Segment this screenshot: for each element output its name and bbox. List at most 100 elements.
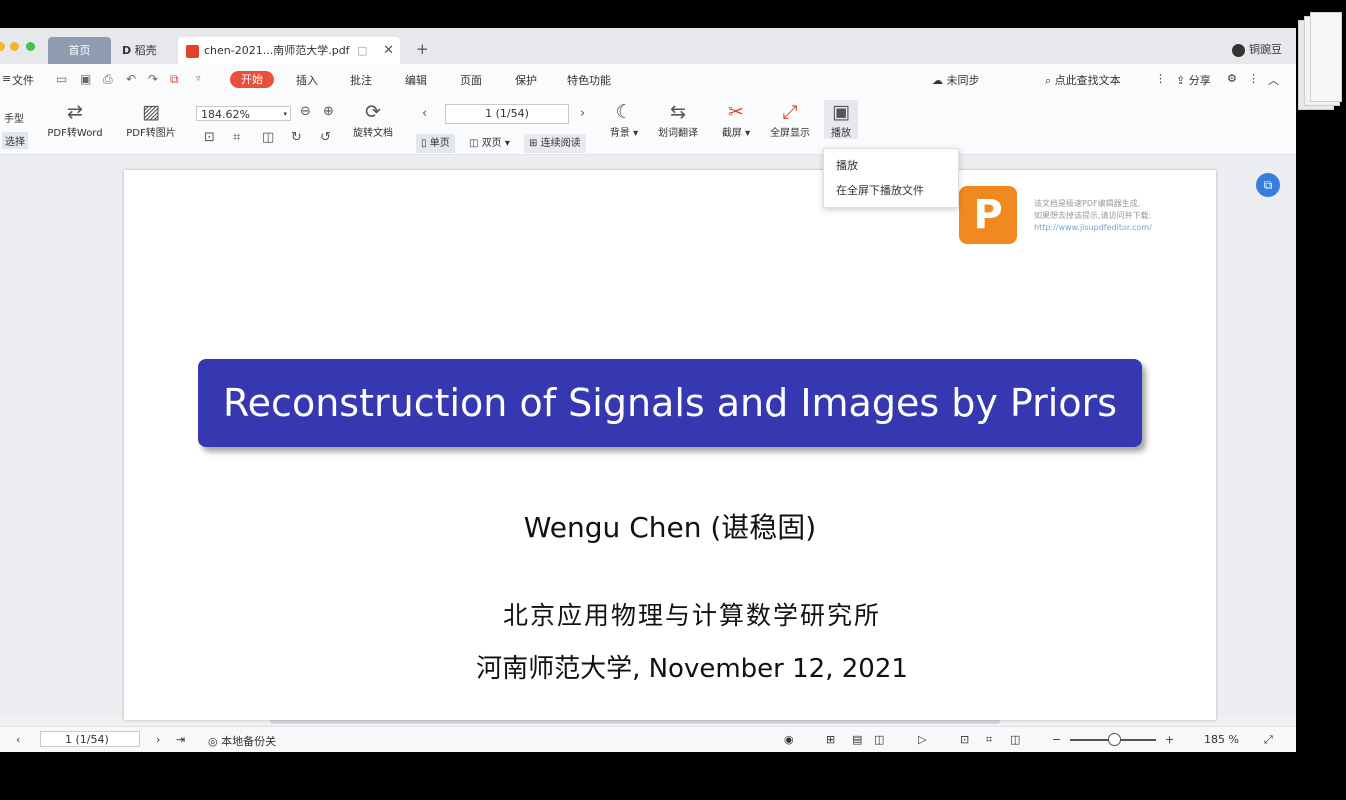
user-account[interactable]: 铜豌豆 — [1232, 41, 1282, 57]
menu-comment[interactable]: 批注 — [350, 72, 372, 88]
tab-bar: 首页 D 稻壳 chen-2021...南师范大学.pdf ▢ ✕ + 铜豌豆 — [0, 28, 1296, 64]
status-continuous-icon[interactable]: ⊞ — [826, 733, 835, 746]
menu-edit[interactable]: 编辑 — [405, 72, 427, 88]
pdf-to-image-label: PDF转图片 — [126, 128, 176, 139]
screenshot-label: 截屏 — [721, 128, 742, 139]
status-double-page-icon[interactable]: ◫ — [874, 733, 884, 746]
last-page-arrow-icon[interactable]: ⇥ — [176, 733, 185, 746]
undo-icon[interactable]: ↶ — [126, 72, 136, 86]
status-actual-size-icon[interactable]: ⊡ — [960, 733, 969, 746]
local-backup-status[interactable]: ◎ 本地备份关 — [208, 733, 276, 749]
pdf-page: P 该文档是极速PDF编辑器生成, 如果想去掉该提示,请访问并下载: http:… — [124, 170, 1216, 720]
menu-special[interactable]: 特色功能 — [567, 72, 611, 88]
save-icon[interactable]: ▣ — [80, 72, 91, 86]
continuous-reading-mode[interactable]: ⊞ 连续阅读 — [524, 134, 586, 153]
print-icon[interactable]: ⎙ — [103, 72, 113, 87]
minimize-dot-icon[interactable] — [0, 42, 5, 51]
double-page-label: 双页 — [481, 138, 502, 149]
sync-status[interactable]: ☁ 未同步 — [932, 72, 980, 88]
redo-icon[interactable]: ↷ — [148, 72, 158, 86]
status-fullscreen-icon[interactable]: ⤢ — [1264, 733, 1273, 747]
status-play-icon[interactable]: ▷ — [918, 733, 926, 746]
settings-icon[interactable]: ⚙ — [1227, 72, 1237, 85]
tab-pdf-document[interactable]: chen-2021...南师范大学.pdf ▢ ✕ — [178, 37, 400, 64]
menu-file[interactable]: 文件 — [12, 72, 34, 88]
single-page-label: 单页 — [429, 138, 450, 149]
fullscreen-button[interactable]: ⤢ 全屏显示 — [766, 100, 814, 139]
background-button[interactable]: ☾ 背景 ▾ — [604, 100, 644, 139]
search-text-button[interactable]: ⌕ 点此查找文本 — [1045, 72, 1121, 88]
menu-page[interactable]: 页面 — [460, 72, 482, 88]
slide-title: Reconstruction of Signals and Images by … — [198, 359, 1142, 447]
continuous-label: 连续阅读 — [540, 138, 581, 149]
zoom-select[interactable]: 184.62% ▾ — [196, 106, 291, 121]
new-tab-button[interactable]: + — [416, 40, 429, 58]
pdf-to-word-button[interactable]: ⇄ PDF转Word — [46, 100, 104, 139]
pdf-to-image-button[interactable]: ▨ PDF转图片 — [122, 100, 180, 139]
status-page-input[interactable]: 1 (1/54) — [40, 731, 140, 747]
menu-start[interactable]: 开始 — [230, 71, 274, 88]
actual-size-icon[interactable]: ⊡ — [204, 130, 215, 145]
more-vertical-icon[interactable]: ⋮ — [1248, 72, 1259, 85]
rotate-document-button[interactable]: ⟳ 旋转文档 — [348, 100, 398, 139]
maximize-dot-icon[interactable] — [26, 42, 35, 51]
status-fit-width-icon[interactable]: ◫ — [1010, 733, 1020, 746]
fullscreen-icon: ⤢ — [782, 101, 798, 123]
eye-protection-icon[interactable]: ◉ — [784, 733, 794, 746]
menu-protect[interactable]: 保护 — [515, 72, 537, 88]
prev-page-arrow-icon[interactable]: ‹ — [16, 733, 20, 746]
status-zoom-out-icon[interactable]: − — [1052, 733, 1061, 746]
tab-home[interactable]: 首页 — [48, 37, 111, 64]
assistant-badge-icon[interactable]: ⧉ — [1256, 173, 1280, 197]
prev-page-icon[interactable]: ‹ — [422, 106, 427, 121]
open-icon[interactable]: ▭ — [56, 72, 67, 86]
hand-tool-button[interactable]: 手型 — [4, 110, 24, 125]
collapse-ribbon-icon[interactable]: ︿ — [1268, 72, 1279, 88]
select-tool-button[interactable]: 选择 — [2, 132, 28, 149]
scissors-icon: ✂ — [728, 101, 744, 123]
menu-insert[interactable]: 插入 — [296, 72, 318, 88]
play-button[interactable]: ▣ 播放 — [824, 100, 858, 139]
zoom-out-icon[interactable]: ⊖ — [300, 104, 311, 119]
jisu-pdf-logo-icon: P — [959, 186, 1017, 244]
quick-access-dropdown-icon[interactable]: ▿ — [196, 74, 201, 84]
play-label: 播放 — [831, 128, 851, 139]
dropdown-play-fullscreen-item[interactable]: 在全屏下播放文件 — [824, 182, 958, 198]
zoom-in-icon[interactable]: ⊕ — [323, 104, 334, 119]
next-page-arrow-icon[interactable]: › — [156, 733, 160, 746]
screenshot-button[interactable]: ✂ 截屏 ▾ — [716, 100, 756, 139]
tab-daoke[interactable]: D 稻壳 — [114, 37, 174, 64]
fit-width-icon[interactable]: ◫ — [262, 130, 274, 145]
pdf-file-icon — [186, 44, 199, 58]
next-page-icon[interactable]: › — [580, 106, 585, 121]
status-fit-page-icon[interactable]: ⌗ — [986, 733, 992, 747]
pdf-to-word-icon: ⇄ — [67, 101, 83, 123]
double-page-mode[interactable]: ◫ 双页 ▾ — [464, 134, 515, 153]
status-single-page-icon[interactable]: ▤ — [852, 733, 862, 746]
zoom-dot-icon[interactable] — [10, 42, 19, 51]
export-icon[interactable]: ⧉ — [170, 72, 179, 87]
avatar-icon — [1232, 43, 1245, 57]
rotate-left-icon[interactable]: ↺ — [320, 130, 331, 145]
dropdown-play-item[interactable]: 播放 — [824, 157, 958, 173]
watermark-link[interactable]: http://www.jisupdfeditor.com/ — [1034, 222, 1152, 234]
search-icon: ⌕ — [1045, 74, 1052, 87]
rotate-document-icon: ⟳ — [365, 101, 381, 123]
hamburger-icon[interactable]: ≡ — [2, 72, 11, 85]
rotate-right-icon[interactable]: ↻ — [291, 130, 302, 145]
zoom-slider-knob[interactable] — [1108, 733, 1121, 746]
status-zoom-in-icon[interactable]: + — [1165, 733, 1174, 746]
page-number-input[interactable]: 1 (1/54) — [445, 104, 569, 124]
backup-label: 本地备份关 — [221, 735, 277, 748]
share-button[interactable]: ⇪ 分享 — [1176, 72, 1211, 88]
single-page-mode[interactable]: ▯ 单页 — [416, 134, 455, 153]
fit-page-icon[interactable]: ⌗ — [233, 130, 240, 145]
play-dropdown-menu: 播放 在全屏下播放文件 — [823, 148, 959, 208]
translate-button[interactable]: ⇆ 划词翻译 — [654, 100, 702, 139]
tab-daoke-label: 稻壳 — [134, 44, 157, 57]
pdf-to-word-label: PDF转Word — [47, 128, 103, 139]
close-tab-icon[interactable]: ✕ — [383, 37, 394, 64]
watermark-line-1: 该文档是极速PDF编辑器生成, — [1034, 199, 1141, 208]
cloud-icon: ☁ — [932, 74, 943, 87]
more-menu-icon[interactable]: ⋮ — [1155, 72, 1166, 85]
